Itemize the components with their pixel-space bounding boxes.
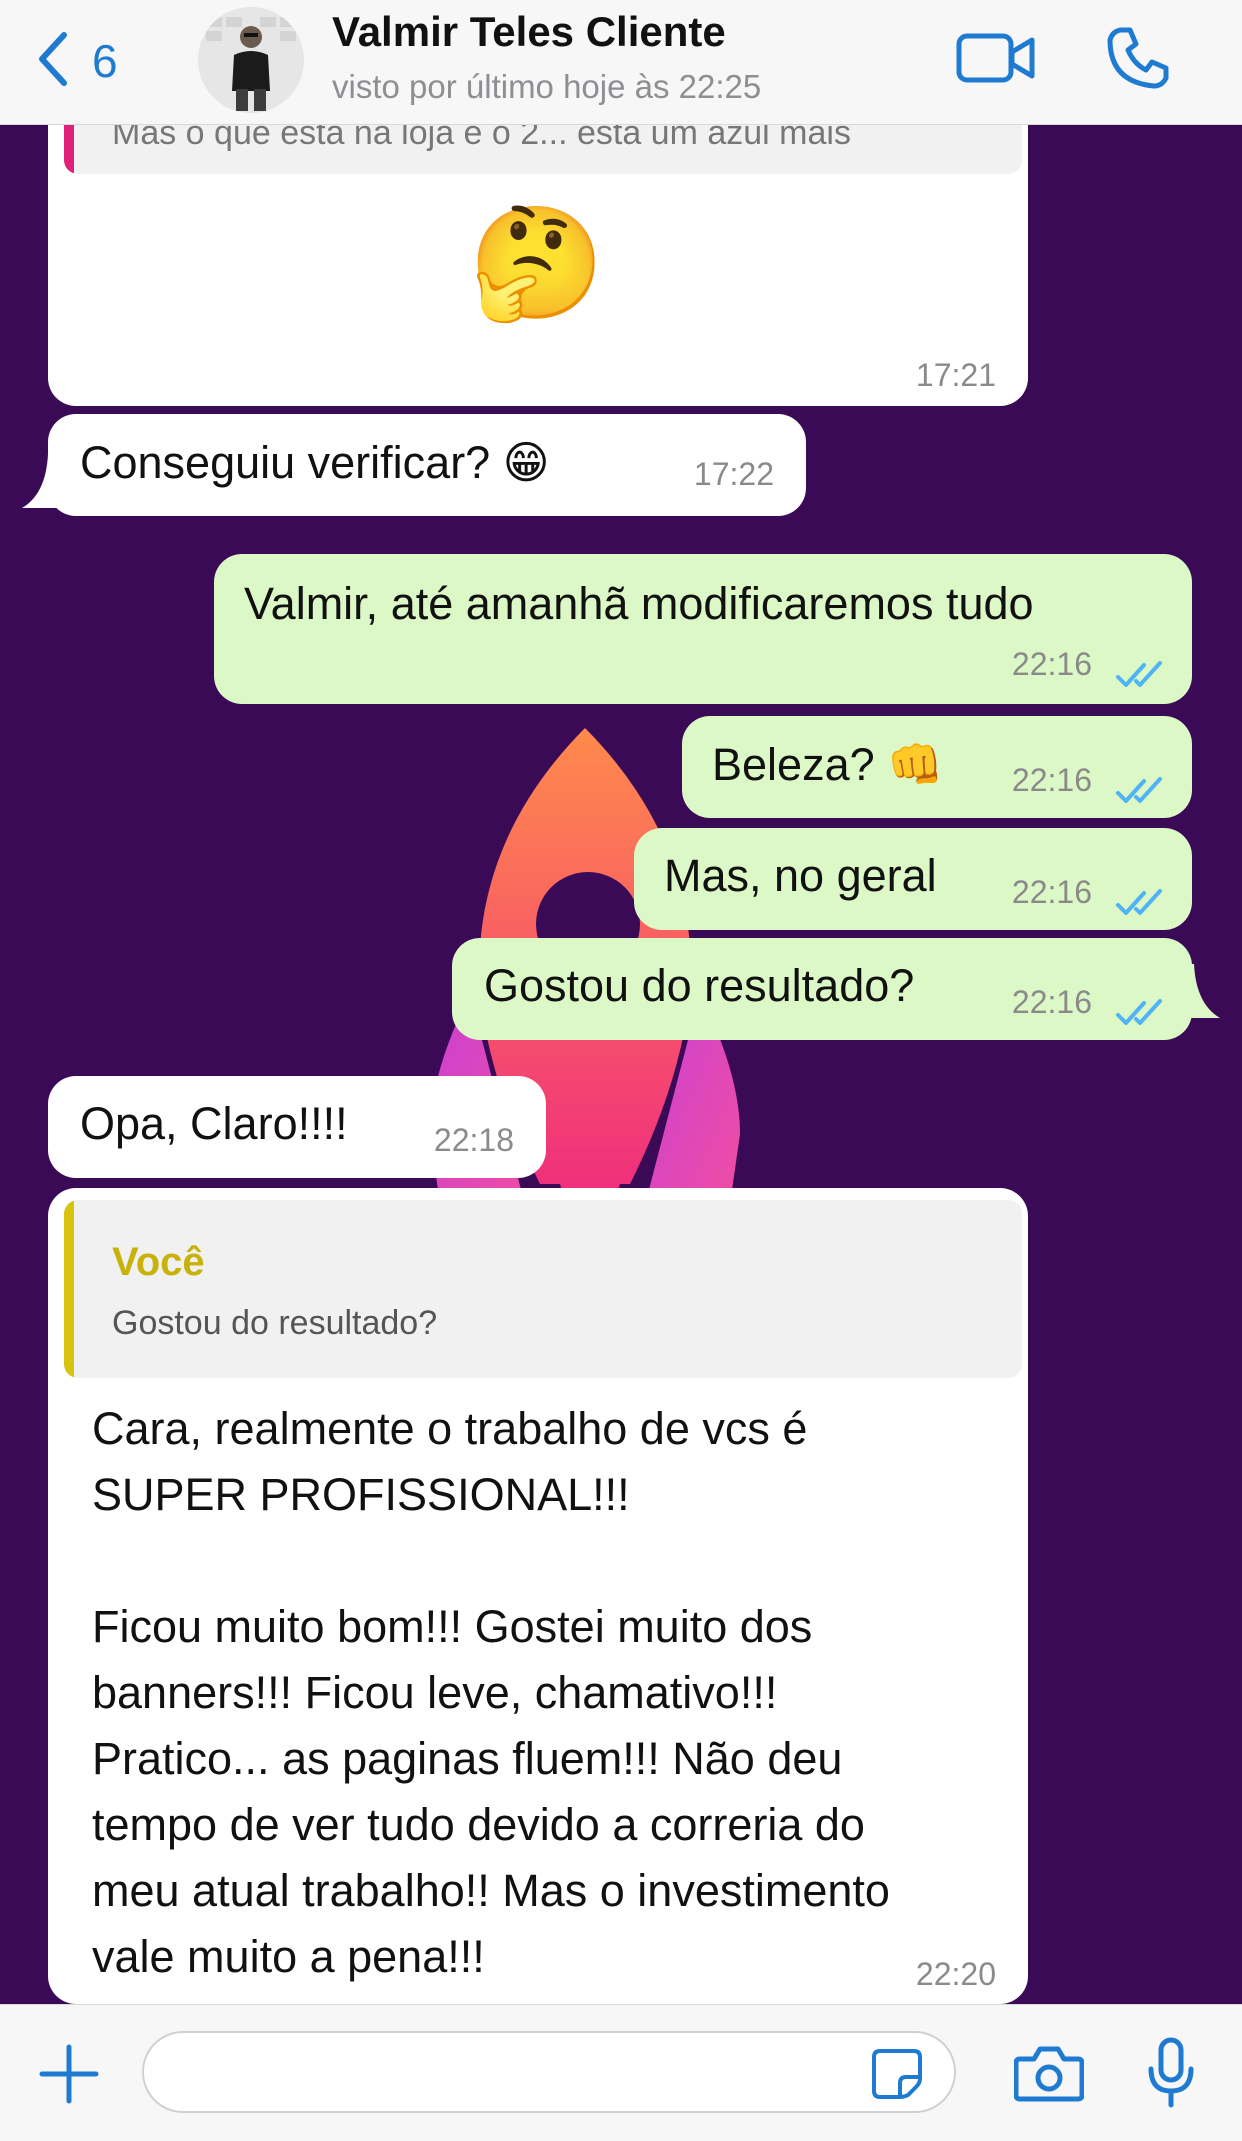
message-time: 22:20 xyxy=(915,1956,996,1992)
double-check-icon xyxy=(1116,988,1166,1040)
video-call-icon[interactable] xyxy=(956,28,1036,93)
message-input[interactable] xyxy=(168,2047,872,2099)
message-text: Opa, Claro!!!! xyxy=(80,1098,348,1149)
unread-count: 6 xyxy=(92,35,118,87)
message-text: Beleza? 👊 xyxy=(712,739,944,790)
reply-quote-text: Mas o que está na loja é o 2... está um … xyxy=(112,124,851,152)
last-seen-status: visto por último hoje às 22:25 xyxy=(332,68,762,105)
message-bubble-outgoing[interactable]: Valmir, até amanhã modificaremos tudo 22… xyxy=(214,554,1192,704)
double-check-icon xyxy=(1116,878,1166,930)
message-text: Gostou do resultado? xyxy=(484,960,915,1011)
message-line xyxy=(92,1528,890,1594)
message-text: Cara, realmente o trabalho de vcs é SUPE… xyxy=(92,1396,890,1990)
phone-icon[interactable] xyxy=(1106,26,1170,95)
double-check-icon xyxy=(1116,766,1166,818)
message-time: 22:16 xyxy=(1011,874,1092,910)
chat-header: 6 Valmir Teles Cliente visto por último … xyxy=(0,0,1242,125)
message-line: vale muito a pena!!! xyxy=(92,1931,485,1982)
message-line: Ficou muito bom!!! Gostei muito dos xyxy=(92,1601,813,1652)
message-line: Pratico... as paginas fluem!!! Não deu xyxy=(92,1733,843,1784)
contact-name[interactable]: Valmir Teles Cliente xyxy=(332,8,726,56)
message-line: tempo de ver tudo devido a correria do xyxy=(92,1799,865,1850)
message-time: 17:21 xyxy=(915,357,996,393)
message-line: Cara, realmente o trabalho de vcs é xyxy=(92,1403,808,1454)
message-text: Valmir, até amanhã modificaremos tudo xyxy=(244,578,1034,629)
message-bubble-outgoing[interactable]: Gostou do resultado? 22:16 xyxy=(452,938,1192,1040)
message-bubble-incoming[interactable]: Você Gostou do resultado? Cara, realment… xyxy=(48,1188,1028,2004)
message-line: banners!!! Ficou leve, chamativo!!! xyxy=(92,1667,778,1718)
message-input-field[interactable] xyxy=(142,2031,956,2113)
message-line: SUPER PROFISSIONAL!!! xyxy=(92,1469,630,1520)
message-text: Conseguiu verificar? 😁 xyxy=(80,437,550,488)
message-text: Mas, no geral xyxy=(664,850,937,901)
message-input-bar xyxy=(0,2004,1242,2141)
message-line: meu atual trabalho!! Mas o investimento xyxy=(92,1865,890,1916)
plus-icon[interactable] xyxy=(38,2043,100,2110)
back-button[interactable]: 6 xyxy=(36,26,118,96)
message-bubble-incoming[interactable]: Conseguiu verificar? 😁 17:22 xyxy=(48,414,806,516)
reply-quote-text: Gostou do resultado? xyxy=(112,1304,438,1342)
reply-quote[interactable]: Mas o que está na loja é o 2... está um … xyxy=(64,124,1022,174)
reply-author: Você xyxy=(112,1240,205,1284)
message-time: 22:18 xyxy=(433,1122,514,1158)
message-bubble-outgoing[interactable]: Beleza? 👊 22:16 xyxy=(682,716,1192,818)
message-bubble-incoming[interactable]: Mas o que está na loja é o 2... está um … xyxy=(48,124,1028,406)
message-time: 22:16 xyxy=(1011,984,1092,1020)
message-time: 22:16 xyxy=(1011,762,1092,798)
avatar[interactable] xyxy=(198,7,304,113)
double-check-icon xyxy=(1116,650,1166,702)
message-bubble-incoming[interactable]: Opa, Claro!!!! 22:18 xyxy=(48,1076,546,1178)
reply-quote-bar xyxy=(64,1200,74,1378)
camera-icon[interactable] xyxy=(1013,2045,1085,2108)
sticker-icon[interactable] xyxy=(870,2047,924,2106)
message-bubble-outgoing[interactable]: Mas, no geral 22:16 xyxy=(634,828,1192,930)
message-time: 22:16 xyxy=(1011,646,1092,682)
thinking-face-emoji: 🤔 xyxy=(468,202,605,325)
reply-quote[interactable]: Você Gostou do resultado? xyxy=(64,1200,1022,1378)
chat-area[interactable]: Mas o que está na loja é o 2... está um … xyxy=(0,124,1242,2004)
message-time: 17:22 xyxy=(693,456,774,492)
chevron-left-icon xyxy=(36,31,70,92)
microphone-icon[interactable] xyxy=(1146,2037,1196,2114)
